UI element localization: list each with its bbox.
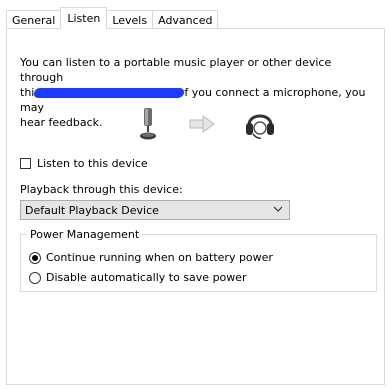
listen-panel: You can listen to a portable music playe… bbox=[6, 28, 385, 385]
tab-general[interactable]: General bbox=[6, 10, 62, 29]
listen-checkbox[interactable] bbox=[20, 158, 31, 169]
tab-listen-label: Listen bbox=[67, 12, 101, 25]
sound-properties-window: General Listen Levels Advanced You can l… bbox=[0, 0, 391, 389]
listen-icons bbox=[137, 107, 287, 143]
tab-levels[interactable]: Levels bbox=[106, 10, 154, 29]
radio-continue-running-button[interactable] bbox=[29, 251, 41, 264]
tab-advanced-label: Advanced bbox=[158, 13, 213, 27]
tab-general-label: General bbox=[12, 13, 56, 27]
playback-label: Playback through this device: bbox=[20, 183, 183, 196]
arrow-right-icon bbox=[189, 115, 215, 136]
radio-disable-automatically-label[interactable]: Disable automatically to save power bbox=[46, 271, 247, 284]
listen-checkbox-row[interactable]: Listen to this device bbox=[20, 157, 148, 170]
headset-icon bbox=[245, 107, 275, 144]
radio-continue-running-label[interactable]: Continue running when on battery power bbox=[46, 251, 273, 264]
tab-listen[interactable]: Listen bbox=[60, 7, 108, 29]
tab-strip: General Listen Levels Advanced bbox=[6, 7, 219, 29]
power-management-title: Power Management bbox=[27, 228, 143, 241]
playback-device-value: Default Playback Device bbox=[25, 203, 159, 217]
listen-checkbox-label[interactable]: Listen to this device bbox=[37, 157, 148, 170]
tab-levels-label: Levels bbox=[112, 13, 148, 27]
microphone-icon bbox=[139, 107, 159, 144]
playback-device-select[interactable]: Default Playback Device bbox=[20, 200, 290, 220]
chevron-down-icon bbox=[273, 204, 283, 214]
description-line-2-prefix: thi bbox=[20, 86, 35, 99]
tab-advanced[interactable]: Advanced bbox=[152, 10, 219, 29]
radio-disable-automatically[interactable]: Disable automatically to save power bbox=[29, 271, 247, 284]
radio-disable-automatically-button[interactable] bbox=[29, 271, 41, 284]
radio-continue-running[interactable]: Continue running when on battery power bbox=[29, 251, 273, 264]
description-line-1: You can listen to a portable music playe… bbox=[20, 56, 332, 84]
redaction-mark bbox=[33, 88, 186, 98]
